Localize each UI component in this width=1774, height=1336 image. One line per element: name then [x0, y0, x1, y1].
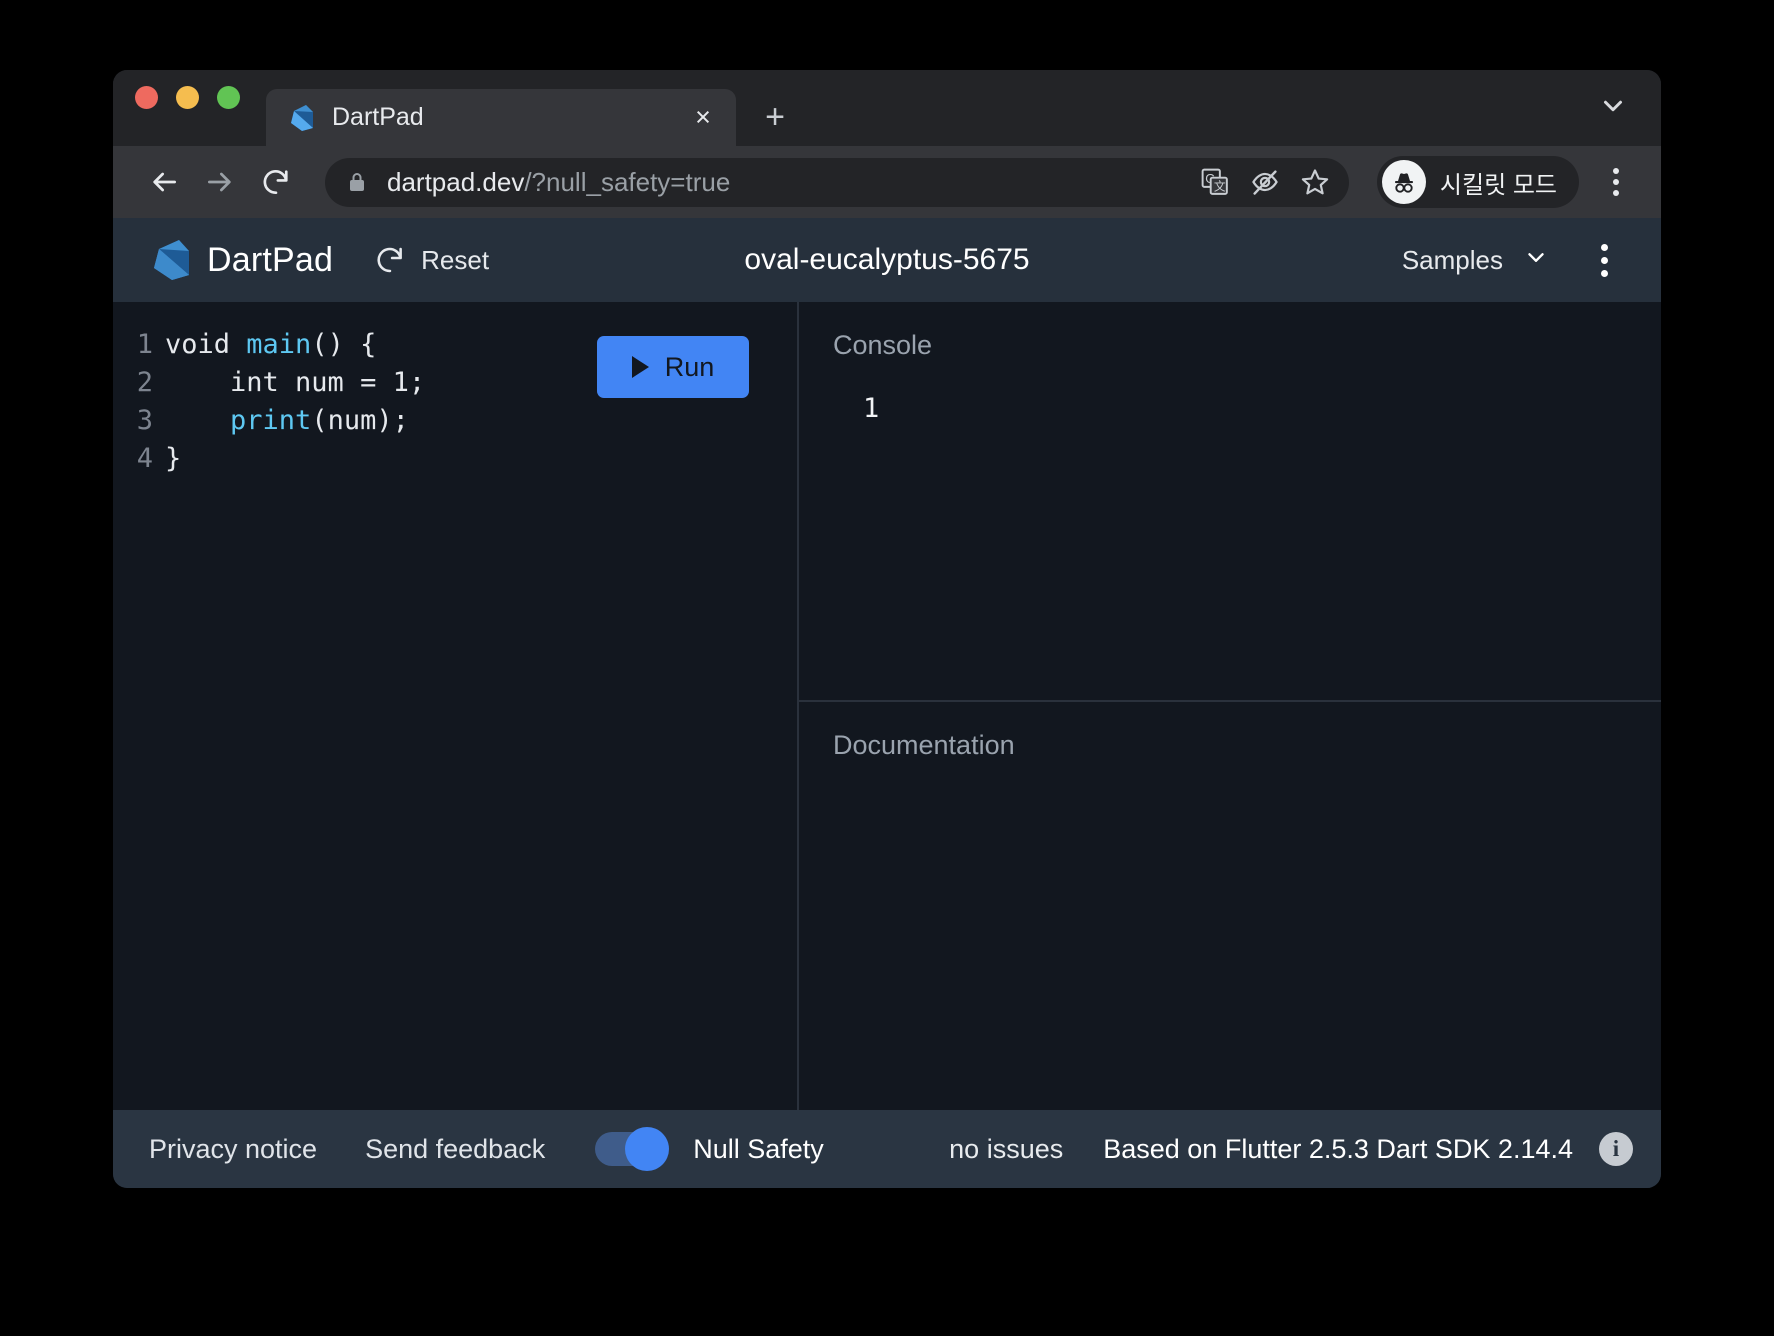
more-options-button[interactable]	[1577, 233, 1631, 287]
incognito-icon	[1381, 160, 1426, 204]
eye-off-icon[interactable]	[1243, 160, 1287, 204]
console-title: Console	[833, 330, 933, 360]
browser-tab-title: DartPad	[332, 103, 424, 131]
code-line: 4}	[113, 440, 797, 478]
dart-logo-icon	[288, 104, 314, 132]
svg-text:文: 文	[1214, 180, 1226, 194]
reload-icon[interactable]	[251, 157, 301, 207]
lock-icon	[347, 170, 367, 194]
code-line-text: print(num);	[230, 405, 409, 436]
kebab-menu-icon[interactable]	[1593, 157, 1639, 207]
browser-toolbar: dartpad.dev/?null_safety=true G 文	[113, 146, 1661, 218]
send-feedback-link[interactable]: Send feedback	[365, 1134, 545, 1165]
address-bar-url: dartpad.dev/?null_safety=true	[387, 167, 1193, 198]
star-icon[interactable]	[1293, 160, 1337, 204]
chevron-down-icon[interactable]	[1595, 88, 1631, 124]
samples-dropdown[interactable]: Samples	[1394, 238, 1557, 283]
window-traffic-lights	[135, 70, 240, 146]
run-button[interactable]: Run	[597, 336, 749, 398]
url-domain: dartpad.dev	[387, 166, 525, 197]
browser-tab-dartpad[interactable]: DartPad ×	[266, 89, 736, 146]
console-panel[interactable]: Console 1	[799, 302, 1661, 702]
line-number: 4	[136, 443, 153, 474]
toggle-knob	[625, 1127, 670, 1171]
play-icon	[631, 356, 649, 378]
incognito-mode-badge[interactable]: 시킬릿 모드	[1376, 156, 1579, 208]
dartpad-header-actions: Samples	[1394, 233, 1631, 287]
output-pane: Console 1 Documentation	[799, 302, 1661, 1110]
close-icon[interactable]: ×	[688, 104, 718, 131]
null-safety-toggle[interactable]	[595, 1127, 670, 1171]
footer-status: no issues Based on Flutter 2.5.3 Dart SD…	[949, 1132, 1633, 1166]
sdk-version-info: Based on Flutter 2.5.3 Dart SDK 2.14.4	[1103, 1133, 1573, 1164]
new-tab-button[interactable]: +	[750, 92, 800, 142]
run-button-label: Run	[664, 351, 715, 382]
incognito-mode-label: 시킬릿 모드	[1439, 171, 1557, 199]
code-line-text: void main() {	[165, 329, 377, 360]
browser-window: DartPad × + dartpad.dev/?null_safety=tru…	[113, 70, 1661, 1188]
back-arrow-icon[interactable]	[139, 157, 189, 207]
line-number: 3	[136, 405, 153, 436]
code-line: 3 print(num);	[113, 402, 797, 440]
chevron-down-icon	[1523, 244, 1549, 277]
browser-tab-strip: DartPad × +	[113, 70, 1661, 146]
documentation-panel[interactable]: Documentation	[799, 702, 1661, 1110]
line-number: 2	[136, 367, 153, 398]
address-bar[interactable]: dartpad.dev/?null_safety=true G 文	[325, 157, 1349, 207]
app-brand-name: DartPad	[207, 240, 334, 279]
dartpad-footer: Privacy notice Send feedback Null Safety…	[113, 1110, 1661, 1188]
reset-button[interactable]: Reset	[375, 245, 489, 276]
minimize-window-button[interactable]	[176, 85, 199, 109]
dartpad-main: 1 void main() { 2 int num = 1; 3 print(num)…	[113, 302, 1661, 1110]
dartpad-header: DartPad Reset oval-eucalyptus-5675 Sampl…	[113, 218, 1661, 302]
reload-icon	[377, 247, 403, 273]
code-editor-pane[interactable]: 1 void main() { 2 int num = 1; 3 print(num)…	[113, 302, 799, 1110]
close-window-button[interactable]	[135, 85, 158, 109]
maximize-window-button[interactable]	[217, 85, 240, 109]
dart-logo-icon	[149, 238, 191, 282]
omnibox-actions: G 文	[1193, 160, 1337, 204]
reset-label: Reset	[421, 244, 490, 275]
code-line-text: }	[165, 443, 182, 474]
documentation-title: Documentation	[833, 730, 1015, 760]
privacy-notice-link[interactable]: Privacy notice	[149, 1134, 317, 1165]
forward-arrow-icon[interactable]	[195, 157, 245, 207]
url-path: /?null_safety=true	[524, 166, 731, 197]
info-icon[interactable]: i	[1599, 1132, 1633, 1166]
translate-icon[interactable]: G 文	[1193, 160, 1237, 204]
samples-label: Samples	[1401, 244, 1503, 275]
null-safety-label: Null Safety	[693, 1133, 824, 1164]
line-number: 1	[136, 329, 153, 360]
code-line-text: int num = 1;	[165, 367, 426, 398]
console-output: 1	[863, 393, 880, 424]
issues-status[interactable]: no issues	[949, 1134, 1063, 1165]
